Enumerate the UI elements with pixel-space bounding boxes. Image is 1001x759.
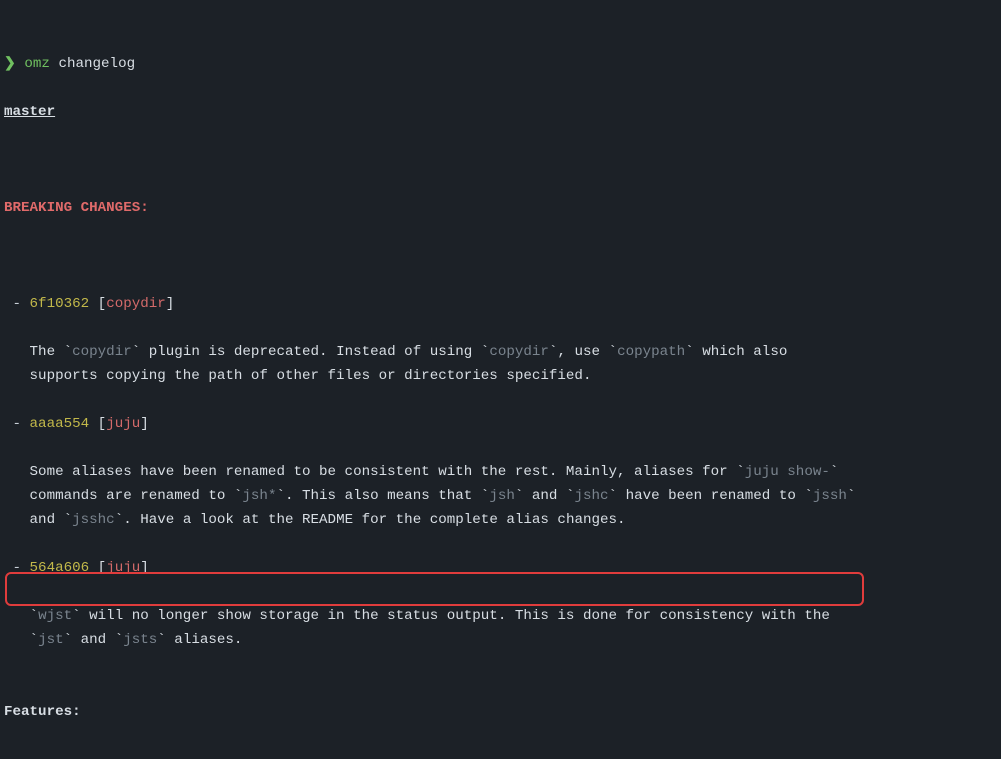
prompt-symbol: ❯ (4, 56, 16, 72)
branch-line: master (4, 100, 997, 124)
commit-hash: aaaa554 (30, 416, 90, 432)
commit-hash: 6f10362 (30, 296, 90, 312)
prompt-arg: changelog (58, 56, 135, 72)
breaking-body-line: Some aliases have been renamed to be con… (4, 460, 997, 484)
terminal[interactable]: ❯ omz changelog master BREAKING CHANGES:… (0, 0, 1001, 759)
prompt-line: ❯ omz changelog (4, 52, 997, 76)
breaking-body-line: `wjst` will no longer show storage in th… (4, 604, 997, 628)
plugin-name: copydir (106, 296, 166, 312)
breaking-body-line: commands are renamed to `jsh*`. This als… (4, 484, 997, 508)
features-header: Features: (4, 704, 81, 720)
breaking-header: BREAKING CHANGES: (4, 200, 149, 216)
breaking-item-header: - 6f10362 [copydir] (4, 292, 997, 316)
commit-hash: 564a606 (30, 560, 90, 576)
branch-name: master (4, 104, 55, 120)
breaking-item-header: - aaaa554 [juju] (4, 412, 997, 436)
breaking-body-line: supports copying the path of other files… (4, 364, 997, 388)
breaking-body-line: The `copydir` plugin is deprecated. Inst… (4, 340, 997, 364)
prompt-command: omz (24, 56, 50, 72)
plugin-name: juju (106, 416, 140, 432)
breaking-body-line: and `jsshc`. Have a look at the README f… (4, 508, 997, 532)
plugin-name: juju (106, 560, 140, 576)
breaking-item-header: - 564a606 [juju] (4, 556, 997, 580)
breaking-body-line: `jst` and `jsts` aliases. (4, 628, 997, 652)
